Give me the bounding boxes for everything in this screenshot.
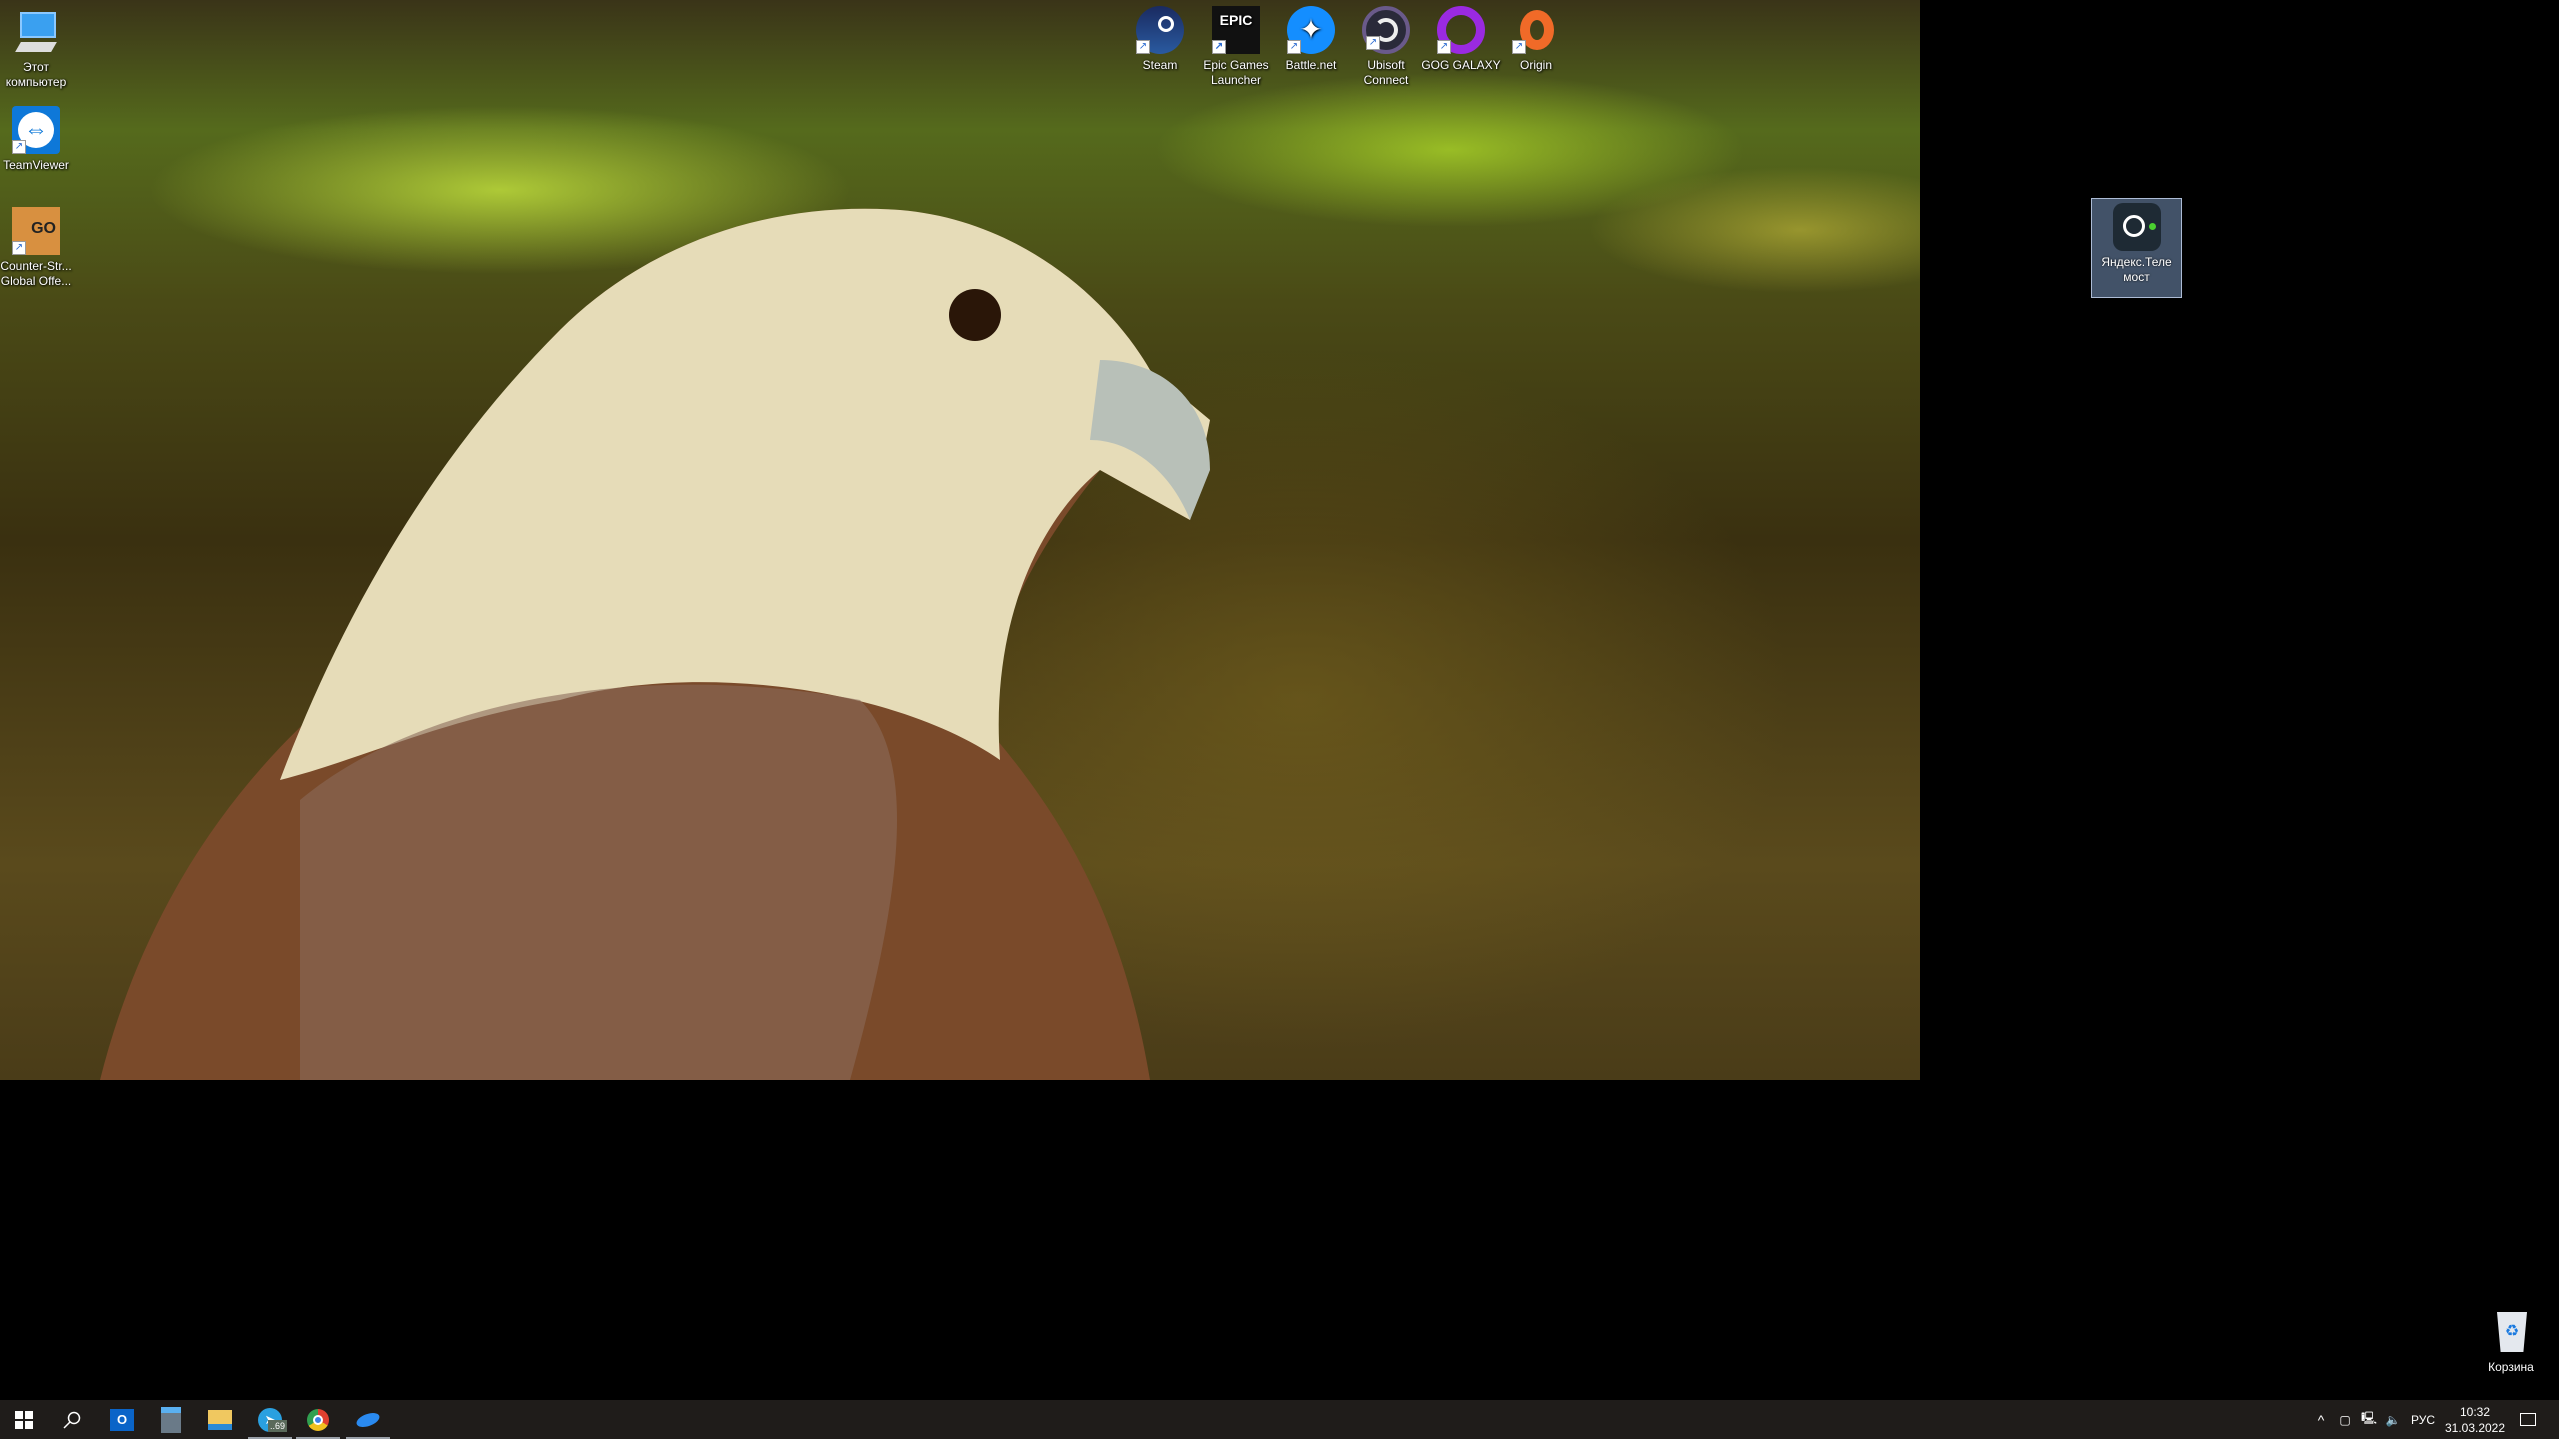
icon-label: Origin: [1519, 58, 1552, 72]
taskbar-outlook[interactable]: O: [98, 1400, 146, 1439]
yandex-telemost-icon: [2112, 203, 2161, 251]
shortcut-arrow-icon: ↗: [1212, 40, 1226, 54]
shortcut-arrow-icon: ↗: [1287, 40, 1301, 54]
notification-icon: [2520, 1413, 2536, 1426]
icon-label: Ubisoft Connect: [1363, 58, 1409, 87]
camera-icon[interactable]: ▢: [2335, 1400, 2355, 1439]
ubisoft-icon: ↗: [1362, 6, 1410, 54]
icon-label: Яндекс.Теле мост: [2101, 255, 2172, 284]
taskbar-telegram[interactable]: ➤..69: [246, 1400, 294, 1439]
taskbar-app[interactable]: [344, 1400, 392, 1439]
icon-label: GOG GALAXY: [1421, 58, 1501, 72]
icon-label: Counter-Str... Global Offe...: [0, 259, 72, 288]
eagle-image: [100, 208, 1210, 1080]
shortcut-arrow-icon: ↗: [1512, 40, 1526, 54]
clock-time: 10:32: [2459, 1404, 2491, 1419]
icon-label: Этот компьютер: [5, 60, 67, 89]
search-button[interactable]: [48, 1400, 96, 1439]
desktop-icon-steam[interactable]: ↗ Steam: [1120, 6, 1200, 73]
battlenet-icon: ✦ ↗: [1287, 6, 1335, 54]
csgo-icon: GO ↗: [12, 207, 60, 255]
epic-logo: EPIC: [1219, 12, 1253, 28]
icon-label: Epic Games Launcher: [1203, 58, 1269, 87]
telegram-icon: ➤..69: [258, 1407, 288, 1432]
taskbar: O ➤..69 ^ ▢ 🖳 🔈 РУС 10:32 31.03.2022: [0, 1400, 2559, 1439]
desktop-icon-recycle-bin[interactable]: ♻ Корзина: [2471, 1308, 2551, 1375]
language-indicator[interactable]: РУС: [2408, 1400, 2438, 1439]
icon-label: Battle.net: [1285, 58, 1337, 72]
shortcut-arrow-icon: ↗: [12, 241, 26, 255]
desktop-icon-yandex-telemost[interactable]: Яндекс.Теле мост: [2091, 198, 2182, 298]
taskbar-calculator[interactable]: [147, 1400, 195, 1439]
telegram-badge: ..69: [268, 1419, 288, 1432]
search-icon: [63, 1411, 81, 1429]
icon-label: Steam: [1142, 58, 1178, 72]
folder-icon: [208, 1409, 232, 1430]
calculator-icon: [161, 1406, 181, 1433]
windows-icon: [15, 1410, 33, 1429]
app-icon: [354, 1409, 382, 1430]
recycle-bin-icon: ♻: [2487, 1308, 2535, 1356]
shortcut-arrow-icon: ↗: [1136, 40, 1150, 54]
shortcut-arrow-icon: ↗: [12, 140, 26, 154]
clock[interactable]: 10:32 31.03.2022: [2444, 1400, 2506, 1439]
desktop-icon-gog[interactable]: ↗ GOG GALAXY: [1421, 6, 1501, 73]
epic-games-icon: EPIC ↗: [1212, 6, 1260, 54]
desktop-wallpaper: [0, 0, 1920, 1080]
chrome-icon: [307, 1408, 329, 1431]
outlook-icon: O: [110, 1408, 134, 1431]
icon-label: TeamViewer: [3, 158, 69, 172]
desktop-icon-teamviewer[interactable]: ⇔ ↗ TeamViewer: [0, 106, 76, 173]
icon-label: Корзина: [2488, 1360, 2534, 1374]
shortcut-arrow-icon: ↗: [1437, 40, 1451, 54]
desktop-icon-origin[interactable]: ↗ Origin: [1496, 6, 1576, 73]
desktop-icon-ubisoft[interactable]: ↗ Ubisoft Connect: [1346, 6, 1426, 88]
desktop-icon-csgo[interactable]: GO ↗ Counter-Str... Global Offe...: [0, 207, 76, 289]
notifications-button[interactable]: [2514, 1400, 2542, 1439]
computer-icon: [12, 8, 60, 56]
taskbar-file-explorer[interactable]: [196, 1400, 244, 1439]
origin-icon: ↗: [1512, 6, 1560, 54]
desktop-icon-epic-games[interactable]: EPIC ↗ Epic Games Launcher: [1196, 6, 1276, 88]
shortcut-arrow-icon: ↗: [1366, 36, 1380, 50]
show-hidden-icons-button[interactable]: ^: [2311, 1400, 2331, 1439]
desktop-icon-battlenet[interactable]: ✦ ↗ Battle.net: [1271, 6, 1351, 73]
taskbar-chrome[interactable]: [294, 1400, 342, 1439]
network-icon[interactable]: 🖳: [2358, 1400, 2380, 1439]
desktop-icon-this-pc[interactable]: Этот компьютер: [0, 8, 76, 90]
clock-date: 31.03.2022: [2444, 1420, 2506, 1435]
gog-icon: ↗: [1437, 6, 1485, 54]
teamviewer-icon: ⇔ ↗: [12, 106, 60, 154]
csgo-logo: GO: [31, 220, 56, 237]
volume-icon[interactable]: 🔈: [2382, 1400, 2404, 1439]
start-button[interactable]: [0, 1400, 48, 1439]
steam-icon: ↗: [1136, 6, 1184, 54]
